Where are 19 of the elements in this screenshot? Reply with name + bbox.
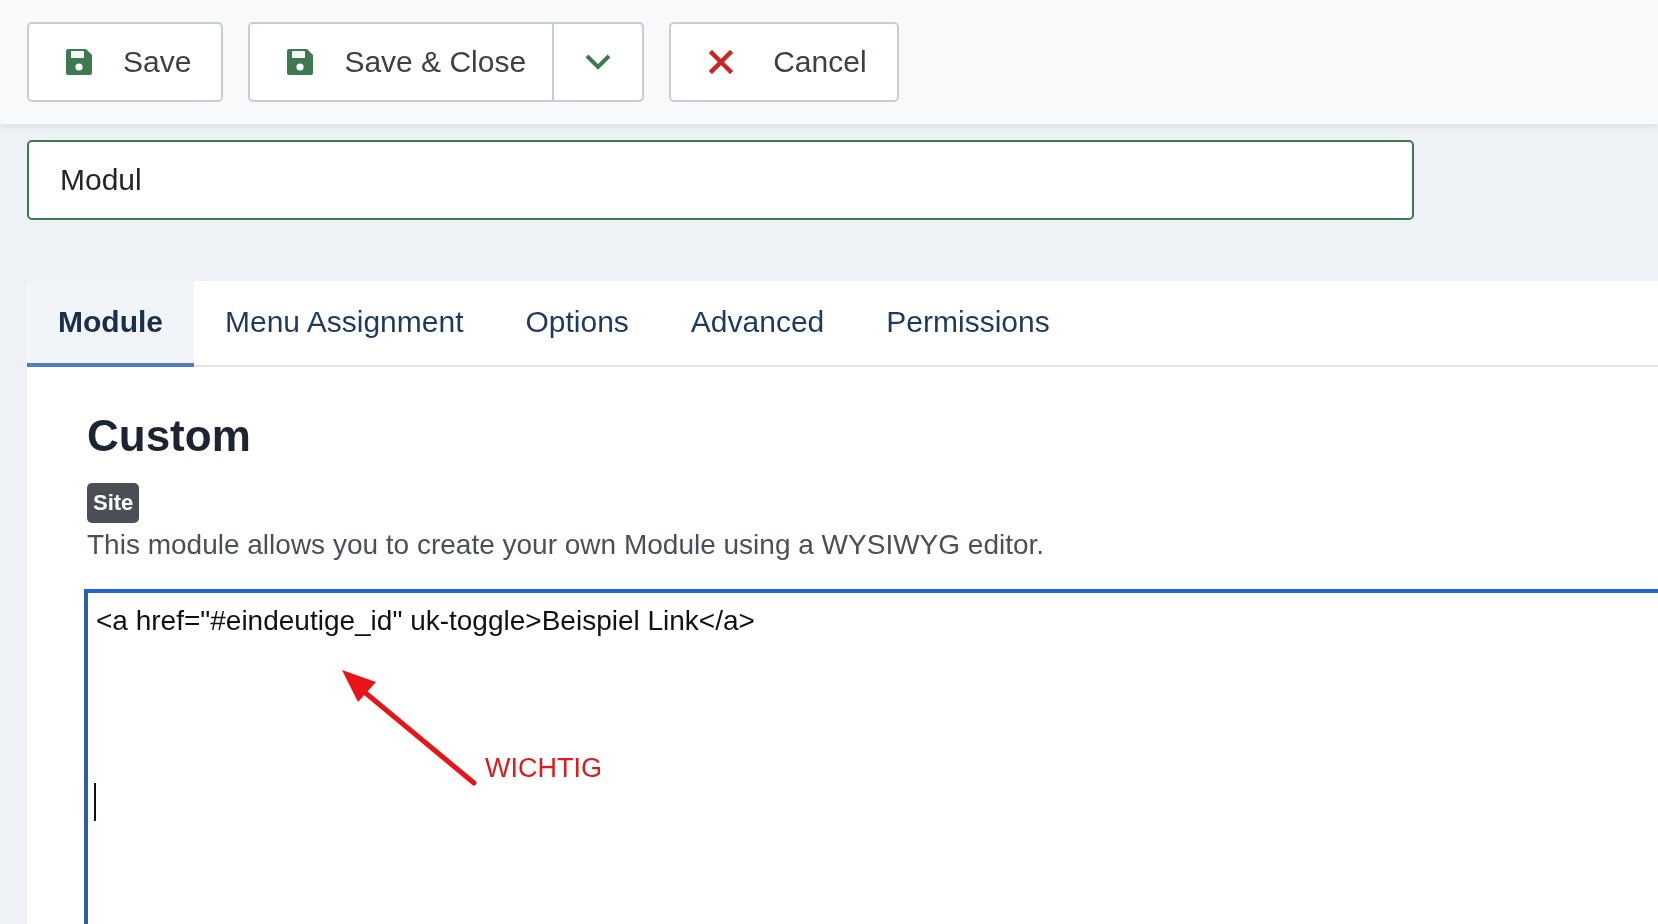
- tab[interactable]: Advanced: [659, 281, 856, 367]
- title-input-field[interactable]: Modul: [27, 140, 1414, 220]
- close-icon: [709, 50, 734, 74]
- editor-text: <a href="#eindeutige_id" uk-toggle>Beispiel Link</a>: [96, 605, 755, 636]
- text-caret: [94, 783, 96, 821]
- code-editor-field[interactable]: <a href="#eindeutige_id" uk-toggle>Beispiel Link</a> WICHTIG: [84, 589, 1658, 924]
- module-type-heading: Custom: [87, 410, 252, 462]
- cancel-button[interactable]: Cancel: [669, 22, 899, 102]
- tab[interactable]: Permissions: [855, 281, 1081, 367]
- annotation-label: WICHTIG: [485, 753, 602, 784]
- module-description: This module allows you to create your own Module using a WYSIWYG editor.: [87, 529, 1046, 561]
- save-and-close-button[interactable]: Save & Close: [248, 22, 555, 102]
- site-badge: Site: [87, 483, 140, 523]
- tab[interactable]: Menu Assignment: [194, 281, 495, 367]
- tab[interactable]: Module: [27, 281, 194, 367]
- save-button[interactable]: Save: [27, 22, 224, 102]
- tab[interactable]: Options: [494, 281, 660, 367]
- chevron-down-icon: [584, 53, 613, 71]
- dropdown-toggle-button[interactable]: [552, 22, 645, 102]
